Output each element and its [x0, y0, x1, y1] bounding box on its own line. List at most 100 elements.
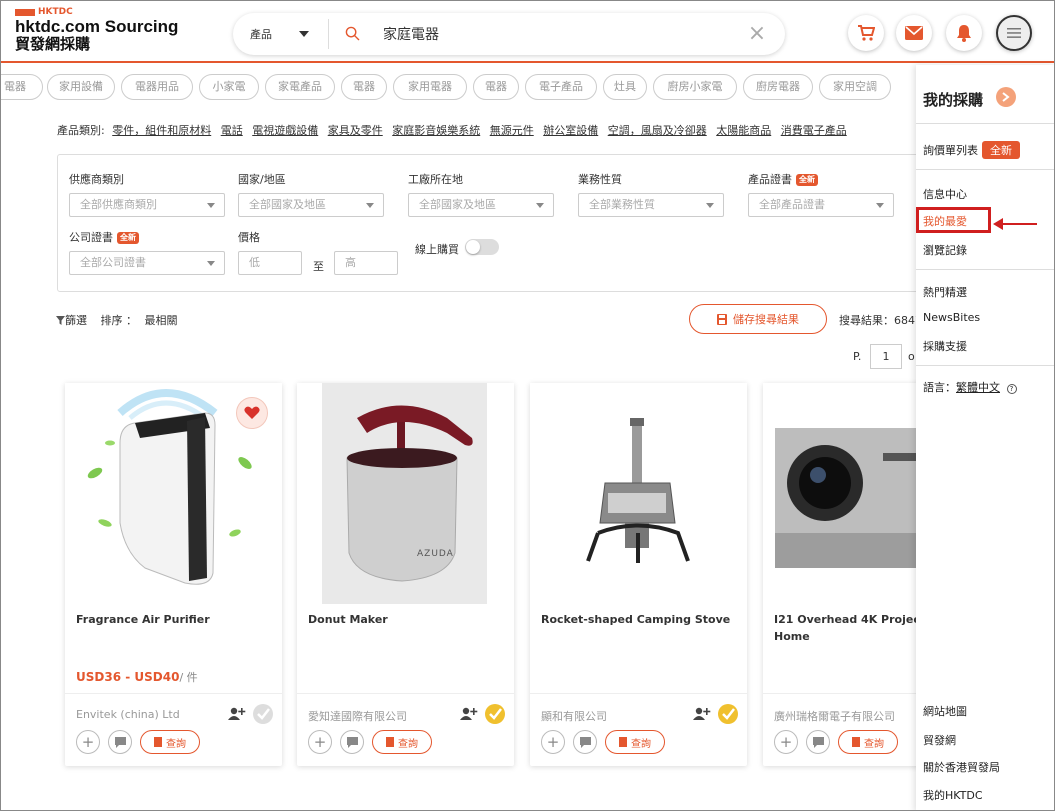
chip[interactable]: 電子產品 — [525, 74, 597, 100]
business-type-label: 業務性質 — [578, 173, 622, 186]
drawer-item-sourcing-support[interactable]: 採購支援 — [923, 338, 967, 354]
chip[interactable]: 廚房電器 — [743, 74, 813, 100]
supplier-type-select[interactable]: 全部供應商類別 — [69, 193, 225, 217]
category-link[interactable]: 零件，組件和原材料 — [112, 124, 211, 137]
chip[interactable]: 灶具 — [603, 74, 647, 100]
chip[interactable]: 電器 — [1, 74, 43, 100]
drawer-item-newsbites[interactable]: NewsBites — [923, 311, 980, 324]
drawer-item-site-map[interactable]: 網站地圖 — [923, 703, 967, 719]
follow-supplier-icon[interactable] — [460, 707, 478, 721]
product-cert-select[interactable]: 全部產品證書 — [748, 193, 894, 217]
drawer-open-button[interactable] — [996, 87, 1016, 107]
search-input[interactable] — [383, 23, 723, 45]
category-link[interactable]: 辦公室設備 — [543, 124, 598, 137]
enquiry-button[interactable]: 查詢 — [140, 730, 200, 754]
category-link[interactable]: 無源元件 — [490, 124, 534, 137]
price-low-input[interactable]: 低 — [238, 251, 302, 275]
country-select[interactable]: 全部國家及地區 — [238, 193, 384, 217]
chip[interactable]: 電器 — [341, 74, 387, 100]
company-cert-select[interactable]: 全部公司證書 — [69, 251, 225, 275]
compare-button[interactable]: + — [308, 730, 332, 754]
category-link[interactable]: 家庭影音娛樂系統 — [392, 124, 480, 137]
category-link[interactable]: 太陽能商品 — [716, 124, 771, 137]
enquiry-button[interactable]: 查詢 — [372, 730, 432, 754]
drawer-item-trade-net[interactable]: 貿發網 — [923, 732, 956, 748]
product-name[interactable]: Donut Maker — [308, 611, 508, 628]
supplier-name[interactable]: 顯和有限公司 — [541, 708, 607, 724]
compare-button[interactable]: + — [541, 730, 565, 754]
online-purchase-toggle[interactable] — [465, 239, 499, 255]
drawer-item-browsing-history[interactable]: 瀏覽記錄 — [923, 242, 967, 258]
chip[interactable]: 電器用品 — [121, 74, 193, 100]
chip[interactable]: 小家電 — [199, 74, 259, 100]
card-badges — [228, 703, 274, 725]
chevron-down-icon[interactable] — [299, 31, 309, 37]
search-icon[interactable] — [345, 26, 360, 41]
mail-button[interactable] — [896, 15, 932, 51]
product-name[interactable]: Rocket-shaped Camping Stove — [541, 611, 741, 628]
save-search-button[interactable]: 儲存搜尋結果 — [689, 304, 827, 334]
notification-button[interactable] — [946, 15, 982, 51]
factory-location-select[interactable]: 全部國家及地區 — [408, 193, 554, 217]
menu-button[interactable] — [996, 15, 1032, 51]
new-badge: 全新 — [796, 174, 818, 186]
my-sourcing-drawer: 我的採購 詢價單列表 全新 信息中心 我的最愛 瀏覽記錄 熱門精選 NewsBit… — [916, 65, 1054, 810]
chip[interactable]: 家用空調 — [819, 74, 891, 100]
supplier-name[interactable]: Envitek (china) Ltd — [76, 708, 180, 721]
chip[interactable]: 家用電器 — [393, 74, 467, 100]
follow-supplier-icon[interactable] — [693, 707, 711, 721]
help-icon[interactable]: ? — [1006, 384, 1017, 394]
drawer-item-message-center[interactable]: 信息中心 — [923, 186, 967, 202]
language-select[interactable]: 繁體中文 — [956, 381, 1000, 394]
chat-button[interactable] — [806, 730, 830, 754]
product-card[interactable]: Rocket-shaped Camping Stove 顯和有限公司 + 查詢 — [530, 383, 747, 766]
chip[interactable]: 家電產品 — [265, 74, 335, 100]
clear-search-icon[interactable]: × — [747, 23, 767, 45]
page-number-input[interactable]: 1 — [870, 344, 902, 369]
enquiry-label: 查詢 — [631, 738, 651, 750]
follow-supplier-icon[interactable] — [228, 707, 246, 721]
chat-button[interactable] — [573, 730, 597, 754]
cart-button[interactable] — [848, 15, 884, 51]
price-value: USD36 - USD40 — [76, 670, 180, 684]
business-type-select[interactable]: 全部業務性質 — [578, 193, 724, 217]
product-card[interactable]: AZUDA Donut Maker 愛知達國際有限公司 + 查詢 — [297, 383, 514, 766]
chat-button[interactable] — [340, 730, 364, 754]
category-link[interactable]: 電話 — [221, 124, 243, 137]
price-high-input[interactable]: 高 — [334, 251, 398, 275]
supplier-name[interactable]: 愛知達國際有限公司 — [308, 708, 407, 724]
result-count: 搜尋結果：6847 — [839, 314, 922, 327]
category-link[interactable]: 家具及零件 — [328, 124, 383, 137]
category-link[interactable]: 空調，風扇及冷卻器 — [608, 124, 707, 137]
business-type-value: 全部業務性質 — [589, 198, 655, 211]
chip[interactable]: 家用設備 — [47, 74, 115, 100]
chip[interactable]: 電器 — [473, 74, 519, 100]
product-image[interactable] — [530, 383, 747, 604]
chip[interactable]: 廚房小家電 — [653, 74, 737, 100]
hktdc-logo[interactable]: HKTDC hktdc.com Sourcing 貿發網採購 — [15, 7, 178, 53]
category-link[interactable]: 電視遊戲設備 — [252, 124, 318, 137]
drawer-language: 語言：繁體中文 ? — [923, 379, 1017, 395]
search-category-select[interactable]: 產品 — [250, 26, 272, 42]
enquiry-button[interactable]: 查詢 — [605, 730, 665, 754]
supplier-name[interactable]: 廣州瑞格爾電子有限公司 — [774, 708, 895, 724]
product-price: USD36 - USD40/ 件 — [76, 669, 198, 685]
favourite-button[interactable] — [236, 397, 268, 429]
chat-button[interactable] — [108, 730, 132, 754]
product-card[interactable]: Fragrance Air Purifier USD36 - USD40/ 件 … — [65, 383, 282, 766]
card-actions: + 查詢 — [541, 730, 665, 754]
logo-brand: HKTDC — [38, 7, 73, 17]
filter-toggle[interactable]: 篩選 — [56, 314, 91, 327]
enquiry-button[interactable]: 查詢 — [838, 730, 898, 754]
product-image[interactable]: AZUDA — [297, 383, 514, 604]
category-link[interactable]: 消費電子產品 — [781, 124, 847, 137]
drawer-item-rfq-list[interactable]: 詢價單列表 全新 — [923, 141, 1020, 159]
drawer-item-about[interactable]: 關於香港貿發局 — [923, 759, 1000, 775]
compare-button[interactable]: + — [76, 730, 100, 754]
product-name[interactable]: Fragrance Air Purifier — [76, 611, 276, 628]
compare-button[interactable]: + — [774, 730, 798, 754]
drawer-item-my-hktdc[interactable]: 我的HKTDC — [923, 787, 983, 803]
document-icon — [619, 737, 627, 747]
sort-select[interactable]: 最相關 — [145, 314, 178, 327]
drawer-item-hot-picks[interactable]: 熱門精選 — [923, 284, 967, 300]
